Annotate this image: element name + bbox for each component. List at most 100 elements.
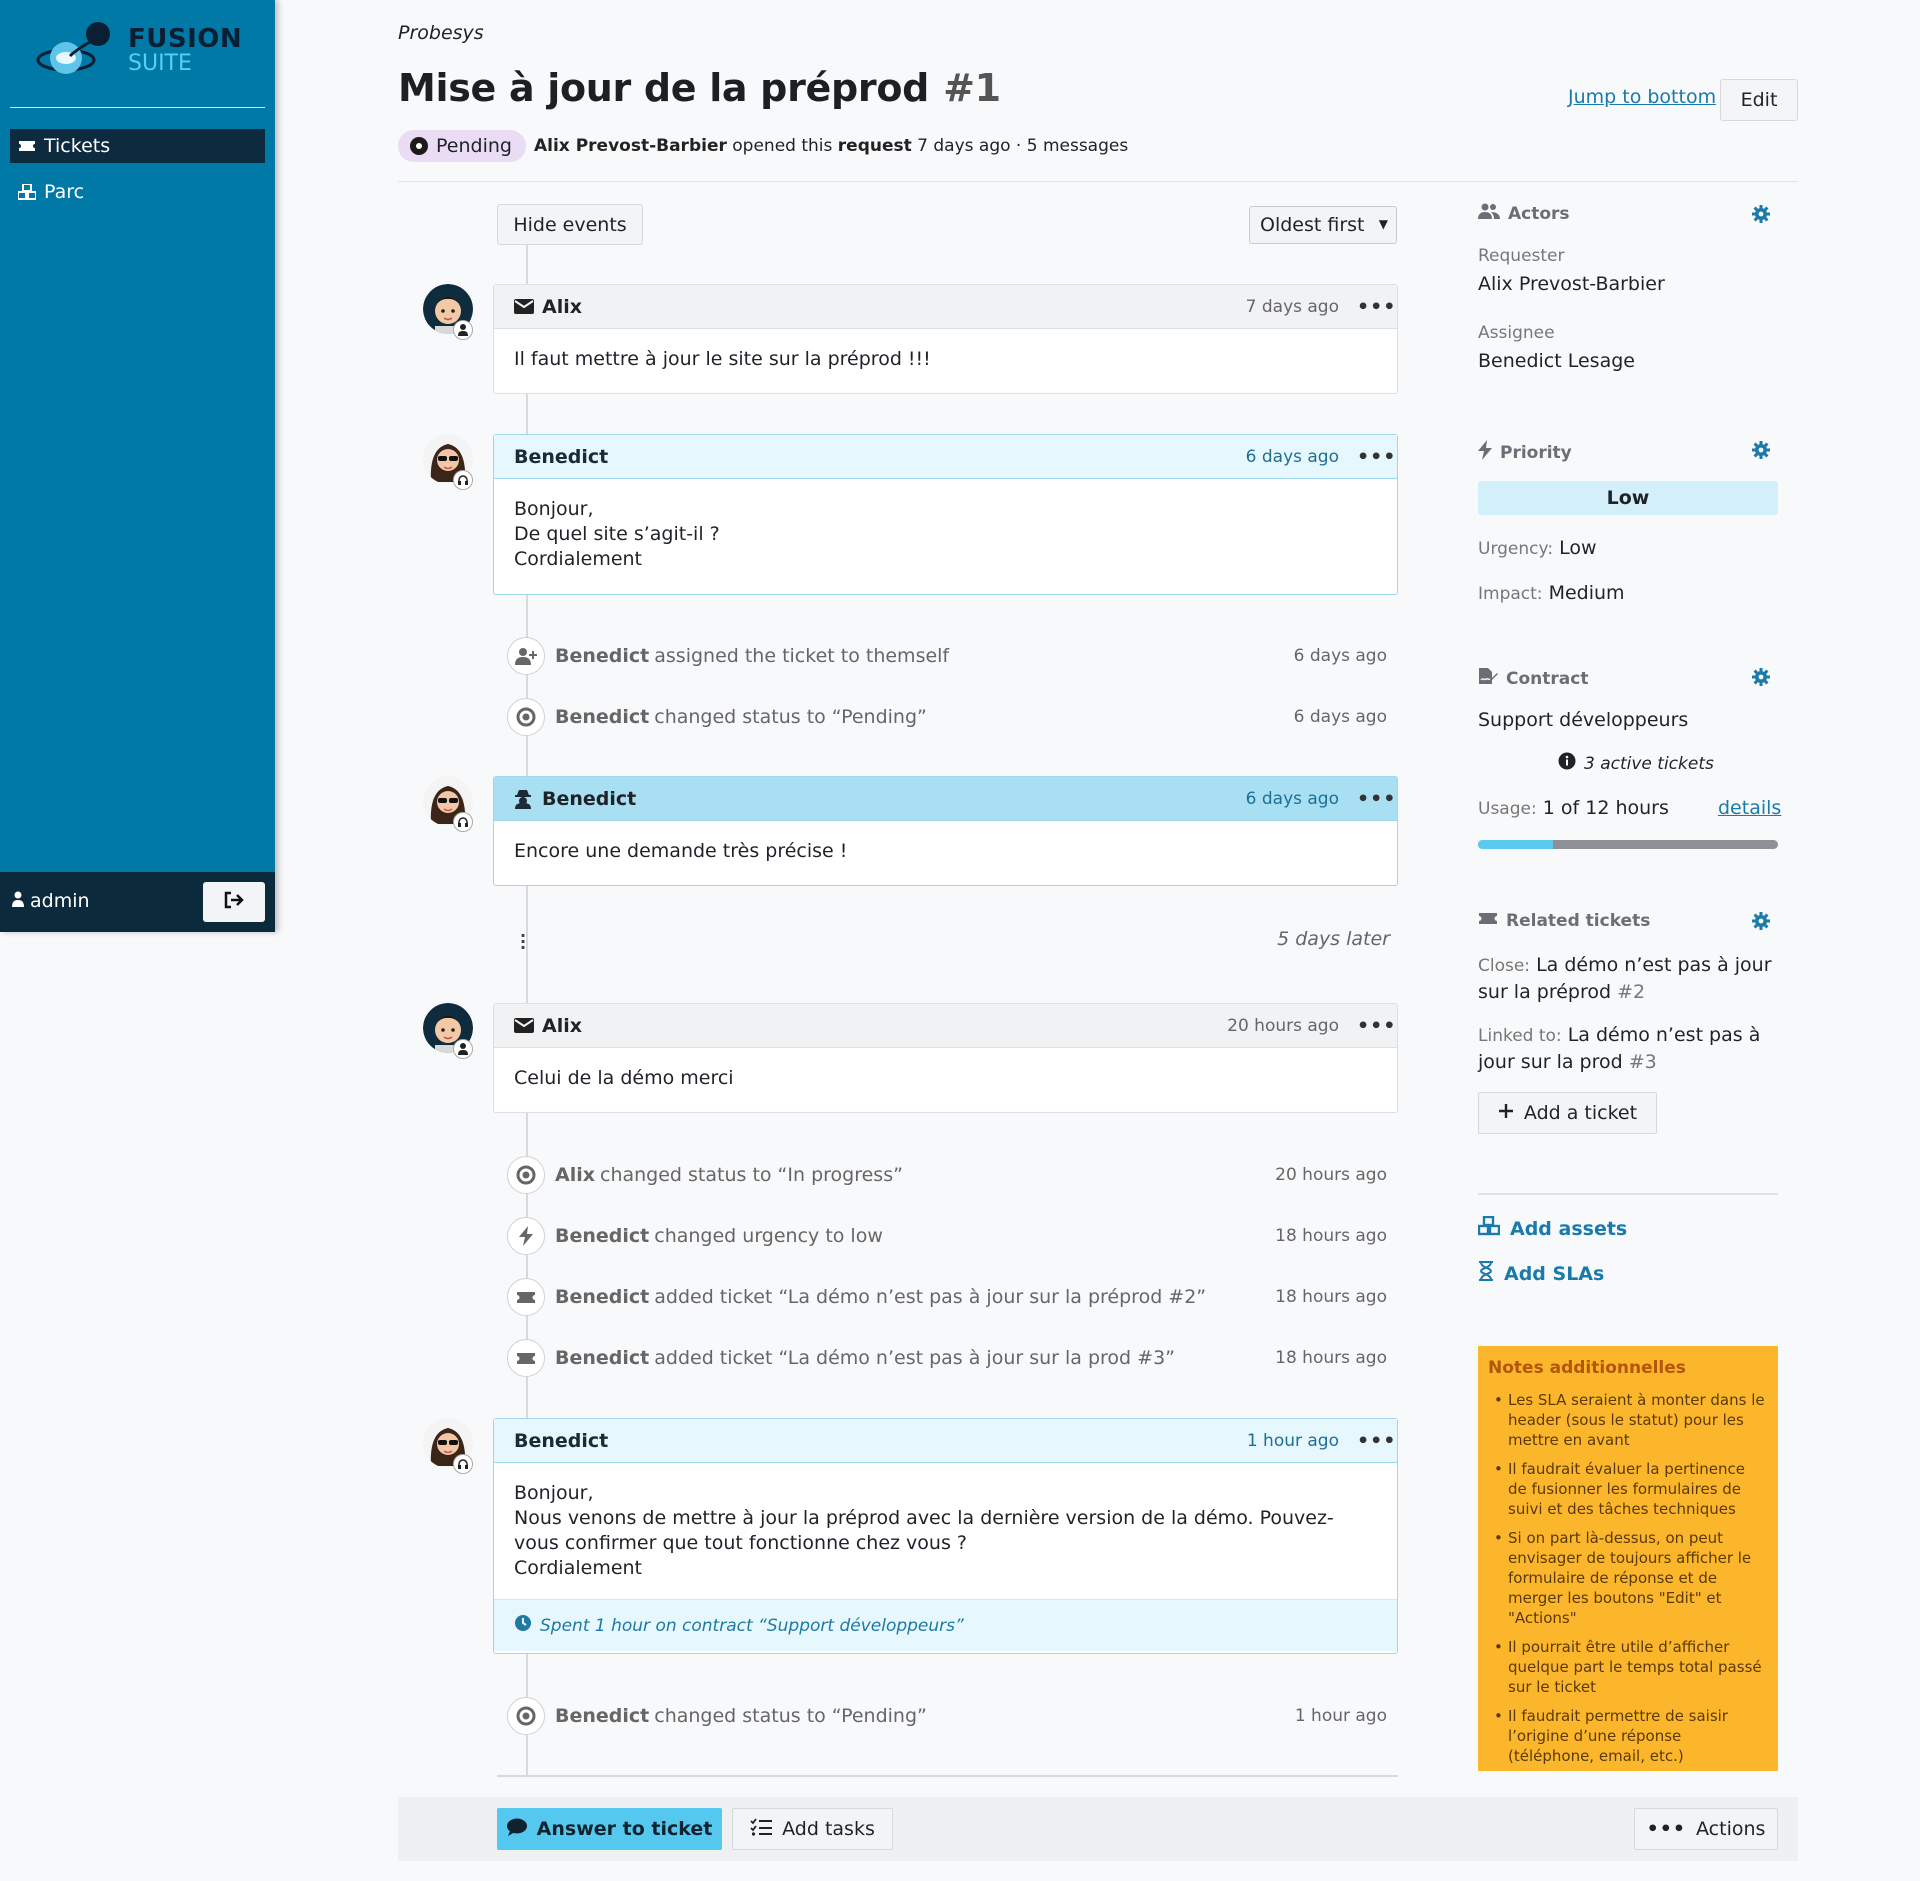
add-tasks-button[interactable]: Add tasks xyxy=(732,1808,893,1850)
more-options-icon[interactable]: ••• xyxy=(1357,1430,1395,1452)
event-text: changed urgency to low xyxy=(654,1225,883,1247)
contract-name[interactable]: Support développeurs xyxy=(1478,709,1688,731)
priority-heading: Priority xyxy=(1478,440,1572,465)
chevron-down-icon: ▼ xyxy=(1378,217,1388,231)
gear-icon[interactable] xyxy=(1750,910,1772,932)
urgency-row: Urgency: Low xyxy=(1478,537,1597,559)
ticket-title: Mise à jour de la préprod xyxy=(398,66,930,110)
add-assets-label: Add assets xyxy=(1510,1217,1628,1240)
add-ticket-label: Add a ticket xyxy=(1523,1102,1638,1124)
related-close-label: Close: xyxy=(1478,956,1531,976)
related-close[interactable]: Close: La démo n’est pas à jour sur la p… xyxy=(1478,952,1783,1005)
timeline-event: Alix changed status to “In progress” 20 … xyxy=(507,1155,1387,1195)
more-options-icon[interactable]: ••• xyxy=(1357,788,1395,810)
plus-icon xyxy=(1498,1102,1514,1124)
sidebar-item-parc[interactable]: Parc xyxy=(10,175,265,209)
active-tickets-text: 3 active tickets xyxy=(1584,753,1714,774)
page-title: Mise à jour de la préprod #1 xyxy=(398,66,1001,110)
comment-icon xyxy=(506,1818,527,1841)
sidebar-footer: admin xyxy=(0,872,275,932)
impact-row: Impact: Medium xyxy=(1478,582,1625,604)
requester-label: Requester xyxy=(1478,246,1565,266)
message-body: Bonjour, Nous venons de mettre à jour la… xyxy=(494,1463,1397,1599)
message-body: Il faut mettre à jour le site sur la pré… xyxy=(494,329,1397,390)
ellipsis-vertical-icon[interactable]: · · · xyxy=(520,928,526,956)
message-card: Benedict 6 days ago ••• Bonjour, De quel… xyxy=(493,434,1398,595)
logout-button[interactable] xyxy=(203,882,265,922)
gap-label: 5 days later xyxy=(1277,928,1390,950)
gear-icon[interactable] xyxy=(1750,203,1772,225)
fusion-suite-logo[interactable]: FUSION SUITE xyxy=(36,20,242,84)
ticket-meta: Alix Prevost-Barbier opened this request… xyxy=(534,136,1128,156)
ticket-number: #1 xyxy=(943,66,1001,110)
message-body: Bonjour, De quel site s’agit-il ? Cordia… xyxy=(494,479,1397,590)
message-header: Alix 7 days ago ••• xyxy=(494,285,1397,329)
sidebar-item-tickets[interactable]: Tickets xyxy=(10,129,265,163)
status-label: Pending xyxy=(436,135,512,157)
more-options-icon[interactable]: ••• xyxy=(1357,296,1395,318)
requester-value[interactable]: Alix Prevost-Barbier xyxy=(1478,273,1665,295)
edit-button[interactable]: Edit xyxy=(1720,79,1798,121)
event-text: changed status to “In progress” xyxy=(600,1164,903,1186)
usage-label: Usage: xyxy=(1478,799,1537,819)
related-tickets-heading: Related tickets xyxy=(1478,911,1650,931)
actions-label: Actions xyxy=(1696,1818,1766,1840)
gear-icon[interactable] xyxy=(1750,439,1772,461)
requester-user-icon xyxy=(453,1039,473,1059)
hourglass-icon xyxy=(1478,1261,1494,1286)
current-user[interactable]: admin xyxy=(12,890,90,912)
add-ticket-button[interactable]: Add a ticket xyxy=(1478,1092,1657,1134)
more-options-icon[interactable]: ••• xyxy=(1357,1015,1395,1037)
envelope-icon xyxy=(514,299,542,314)
users-icon xyxy=(1478,203,1500,224)
opened-text: opened this xyxy=(732,136,833,156)
gear-icon[interactable] xyxy=(1750,666,1772,688)
related-close-ref: #2 xyxy=(1617,981,1646,1003)
status-badge: Pending xyxy=(398,130,526,162)
private-note-card: Benedict 6 days ago ••• Encore une deman… xyxy=(493,776,1398,886)
sign-out-icon xyxy=(223,891,245,913)
ticket-icon xyxy=(18,139,44,153)
divider xyxy=(497,1775,1398,1777)
user-icon xyxy=(12,890,24,912)
add-assets-link[interactable]: Add assets xyxy=(1477,1215,1628,1241)
message-line: Celui de la démo merci xyxy=(514,1067,734,1089)
actions-button[interactable]: ••• Actions xyxy=(1634,1808,1778,1850)
notes-item: Il pourrait être utile d’afficher quelqu… xyxy=(1488,1637,1768,1697)
related-tickets-title: Related tickets xyxy=(1506,911,1651,931)
jump-to-bottom-link[interactable]: Jump to bottom xyxy=(1568,86,1716,108)
opened-when: 7 days ago · 5 messages xyxy=(917,136,1129,156)
urgency-label: Urgency: xyxy=(1478,539,1554,559)
actors-title: Actors xyxy=(1508,203,1570,224)
logo-title: FUSION xyxy=(128,24,243,54)
add-slas-link[interactable]: Add SLAs xyxy=(1478,1261,1604,1286)
event-text: assigned the ticket to themself xyxy=(654,645,950,667)
usage-row: Usage: 1 of 12 hours xyxy=(1478,797,1669,819)
sort-order-select[interactable]: Oldest first ▼ xyxy=(1249,206,1397,244)
event-time: 6 days ago xyxy=(1293,707,1387,727)
message-time: 6 days ago xyxy=(1245,788,1339,809)
notes-item: Les SLA seraient à monter dans le header… xyxy=(1488,1390,1768,1450)
assignee-value[interactable]: Benedict Lesage xyxy=(1478,350,1635,372)
event-text: changed status to “Pending” xyxy=(654,1705,927,1727)
time-spent-text: Spent 1 hour on contract “Support dévelo… xyxy=(540,1615,964,1636)
more-options-icon[interactable]: ••• xyxy=(1357,446,1395,468)
usage-progress-bar xyxy=(1478,840,1778,849)
ticket-icon xyxy=(1478,911,1498,931)
urgency-value: Low xyxy=(1559,537,1597,559)
message-card: Alix 20 hours ago ••• Celui de la démo m… xyxy=(493,1003,1398,1113)
list-check-icon xyxy=(750,1817,773,1841)
priority-value: Low xyxy=(1478,481,1778,515)
usage-details-link[interactable]: details xyxy=(1718,797,1781,819)
notes-item: Il faudrait évaluer la pertinence de fus… xyxy=(1488,1459,1768,1519)
active-tickets: 3 active tickets xyxy=(1558,752,1714,775)
answer-button[interactable]: Answer to ticket xyxy=(497,1808,722,1850)
timeline-event: Benedict changed status to “Pending” 6 d… xyxy=(507,697,1387,737)
notes-box: Notes additionnelles Les SLA seraient à … xyxy=(1478,1346,1778,1771)
sort-order-value: Oldest first xyxy=(1260,214,1365,236)
event-actor: Benedict xyxy=(555,645,650,667)
breadcrumb[interactable]: Probesys xyxy=(398,22,484,44)
hide-events-button[interactable]: Hide events xyxy=(497,204,643,245)
related-linked[interactable]: Linked to: La démo n’est pas à jour sur … xyxy=(1478,1022,1783,1075)
user-name: admin xyxy=(30,890,90,912)
